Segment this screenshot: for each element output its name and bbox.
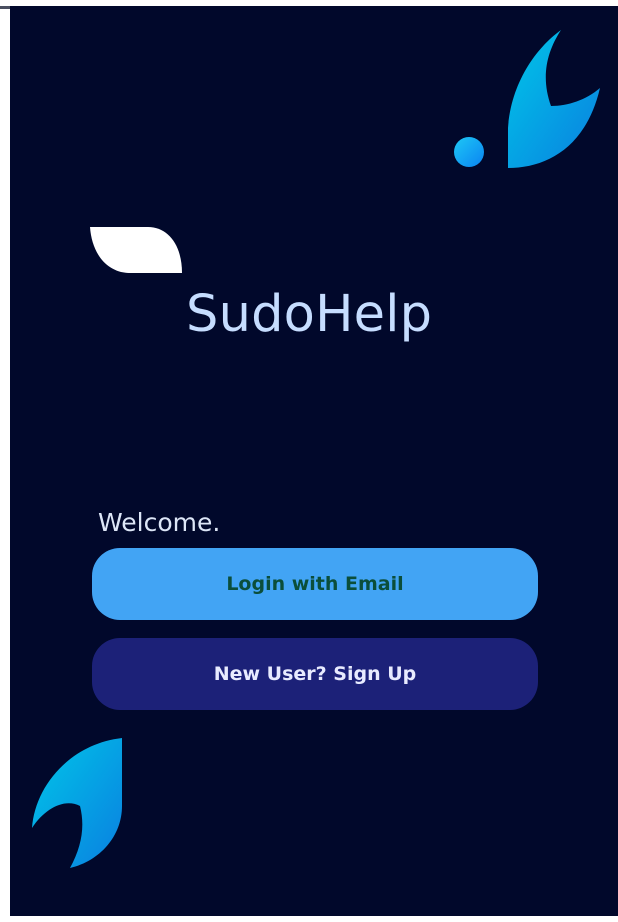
login-button-label: Login with Email <box>226 573 404 595</box>
blue-dot <box>454 137 484 167</box>
app-screen: SudoHelp Welcome. Login with Email New U… <box>10 6 618 916</box>
bottom-left-leaf-shape <box>32 738 122 868</box>
signup-button-label: New User? Sign Up <box>213 663 417 685</box>
white-leaf-shape <box>90 227 182 273</box>
sign-up-button[interactable]: New User? Sign Up <box>92 638 538 710</box>
login-with-email-button[interactable]: Login with Email <box>92 548 538 620</box>
top-right-leaf-shape <box>508 30 600 168</box>
app-title: SudoHelp <box>186 285 433 344</box>
welcome-text: Welcome. <box>98 508 221 537</box>
